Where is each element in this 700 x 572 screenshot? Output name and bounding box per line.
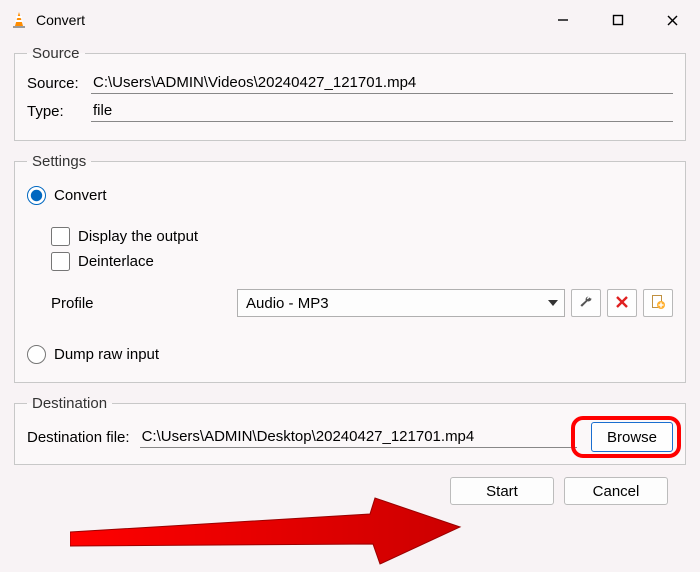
type-label: Type: — [27, 103, 91, 120]
destination-legend: Destination — [27, 395, 112, 412]
wrench-icon — [578, 294, 594, 313]
profile-select[interactable]: Audio - MP3 — [237, 289, 565, 317]
profile-label: Profile — [27, 295, 237, 312]
start-button[interactable]: Start — [450, 477, 554, 505]
dump-raw-radio-input[interactable] — [27, 345, 46, 364]
window-title: Convert — [36, 12, 535, 28]
display-output-label: Display the output — [78, 228, 198, 245]
source-label: Source: — [27, 75, 91, 92]
convert-radio[interactable]: Convert — [27, 186, 673, 205]
browse-button[interactable]: Browse — [591, 422, 673, 452]
window-controls — [535, 0, 700, 40]
settings-group: Settings Convert Display the output Dein… — [14, 153, 686, 383]
destination-file-label: Destination file: — [27, 429, 130, 446]
destination-group: Destination Destination file: Browse — [14, 395, 686, 465]
convert-radio-input[interactable] — [27, 186, 46, 205]
deinterlace-checkbox-input[interactable] — [51, 252, 70, 271]
cancel-button[interactable]: Cancel — [564, 477, 668, 505]
deinterlace-label: Deinterlace — [78, 253, 154, 270]
type-field[interactable] — [91, 100, 673, 122]
profile-select-value: Audio - MP3 — [246, 295, 329, 312]
delete-profile-button[interactable] — [607, 289, 637, 317]
display-output-checkbox[interactable]: Display the output — [51, 227, 673, 246]
new-file-icon — [650, 294, 666, 313]
convert-radio-label: Convert — [54, 187, 107, 204]
dialog-footer: Start Cancel — [14, 477, 686, 505]
titlebar: Convert — [0, 0, 700, 40]
dialog-content: Source Source: Type: Settings Convert Di… — [0, 40, 700, 519]
chevron-down-icon — [548, 298, 558, 308]
display-output-checkbox-input[interactable] — [51, 227, 70, 246]
source-path-field[interactable] — [91, 72, 673, 94]
delete-x-icon — [615, 295, 629, 312]
edit-profile-button[interactable] — [571, 289, 601, 317]
maximize-button[interactable] — [590, 0, 645, 40]
dump-raw-radio[interactable]: Dump raw input — [27, 345, 673, 364]
source-group: Source Source: Type: — [14, 45, 686, 141]
vlc-cone-icon — [10, 11, 28, 29]
deinterlace-checkbox[interactable]: Deinterlace — [51, 252, 673, 271]
dump-raw-label: Dump raw input — [54, 346, 159, 363]
settings-legend: Settings — [27, 153, 91, 170]
new-profile-button[interactable] — [643, 289, 673, 317]
profile-row: Profile Audio - MP3 — [27, 289, 673, 317]
close-button[interactable] — [645, 0, 700, 40]
destination-file-field[interactable] — [140, 426, 577, 448]
minimize-button[interactable] — [535, 0, 590, 40]
source-legend: Source — [27, 45, 85, 62]
